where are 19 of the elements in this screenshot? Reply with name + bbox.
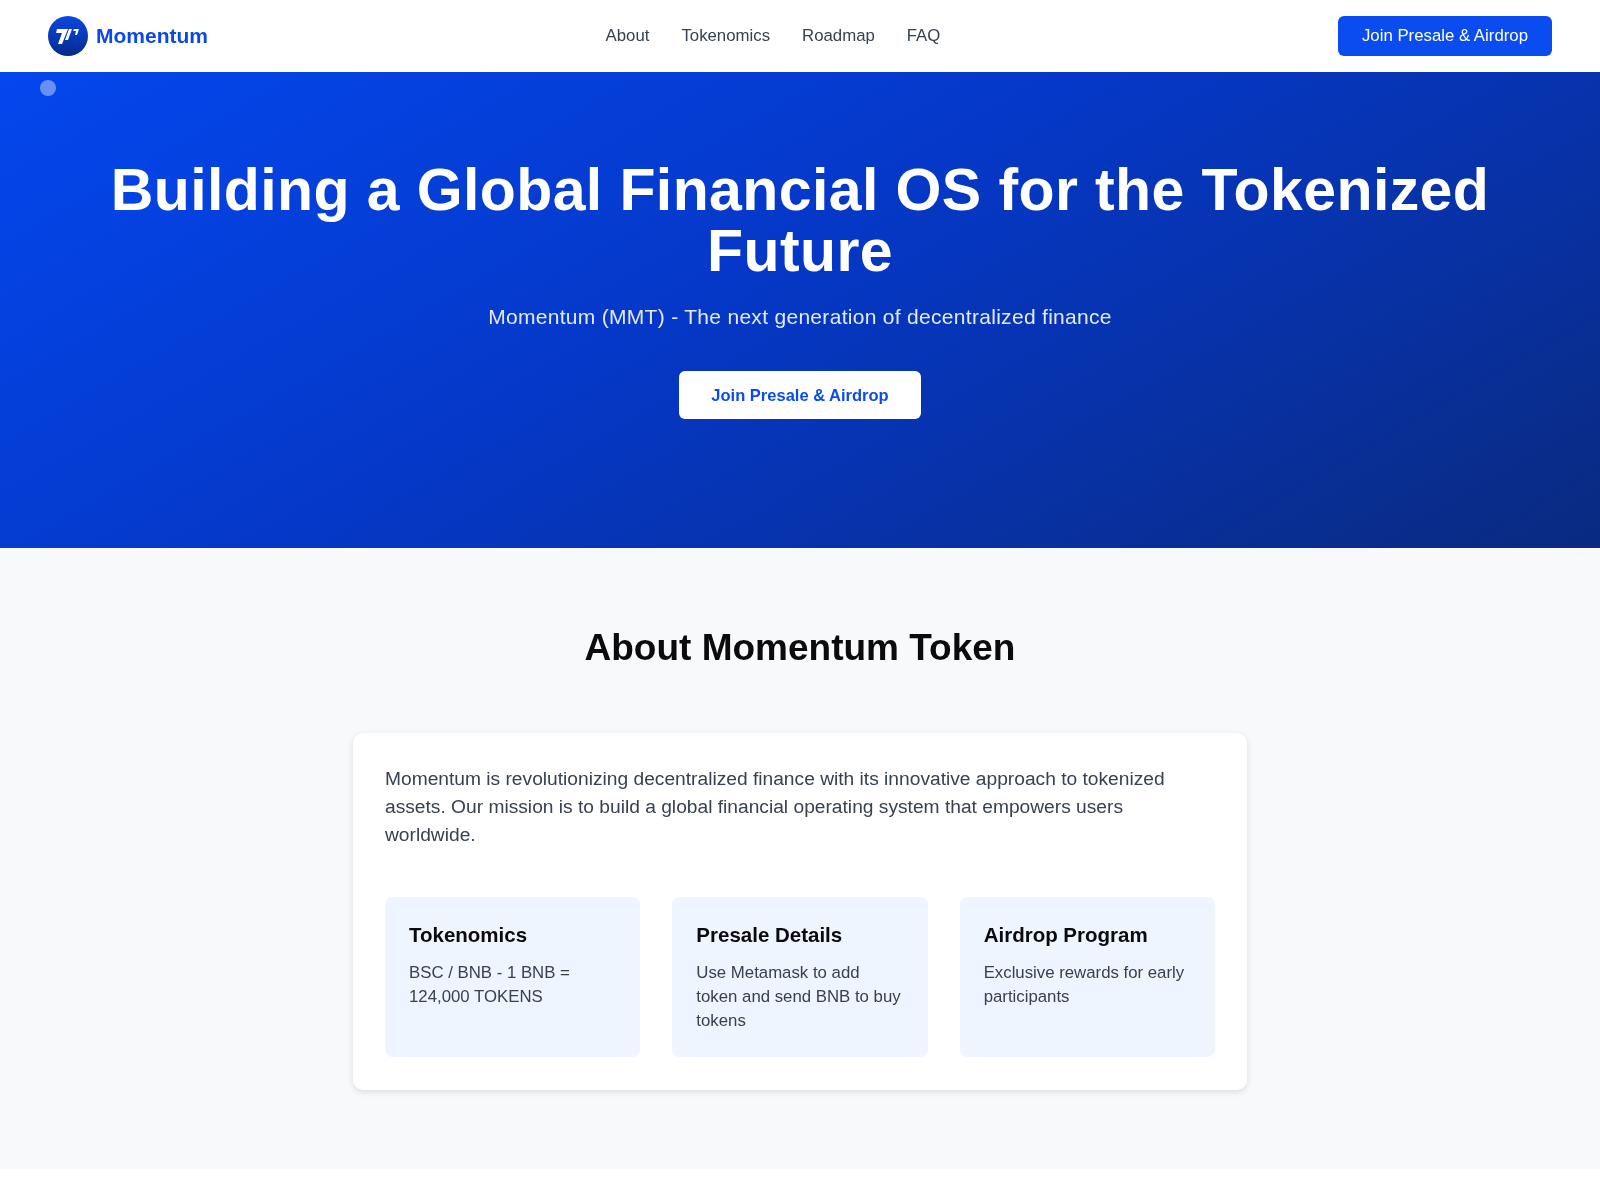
hero-subtitle: Momentum (MMT) - The next generation of decentralized finance [488, 304, 1112, 330]
feature-title: Presale Details [696, 922, 844, 948]
section-heading: About Momentum Token [584, 626, 1016, 670]
feature-title: Tokenomics [409, 922, 529, 948]
feature-text: Use Metamask to add token and send BNB to buy tokens [696, 962, 902, 1032]
join-presale-button[interactable]: Join Presale & Airdrop [1337, 16, 1552, 56]
nav-link[interactable]: About [605, 26, 650, 46]
feature-title: Airdrop Program [983, 922, 1149, 948]
logo-icon [48, 16, 88, 56]
feature-text: Exclusive rewards for early participants [983, 962, 1186, 1008]
feature-text: BSC / BNB - 1 BNB = 124,000 TOKENS [409, 962, 571, 1008]
hero-heading: Building a Global Financial OS for the Tokenized Future [109, 160, 1491, 282]
nav-link[interactable]: Roadmap [802, 26, 875, 46]
about-paragraph: Momentum is revolutionizing decentralized finance with its innovative approach to tokenized assets. Our mission is to build a global financial operating system that empowers users worldwide. [385, 767, 1166, 847]
brand-name[interactable]: Momentum [96, 24, 208, 48]
nav-link[interactable]: Tokenomics [681, 26, 771, 46]
dot-icon [40, 80, 56, 96]
nav-link[interactable]: FAQ [906, 26, 941, 46]
join-presale-button[interactable]: Join Presale & Airdrop [679, 371, 921, 419]
